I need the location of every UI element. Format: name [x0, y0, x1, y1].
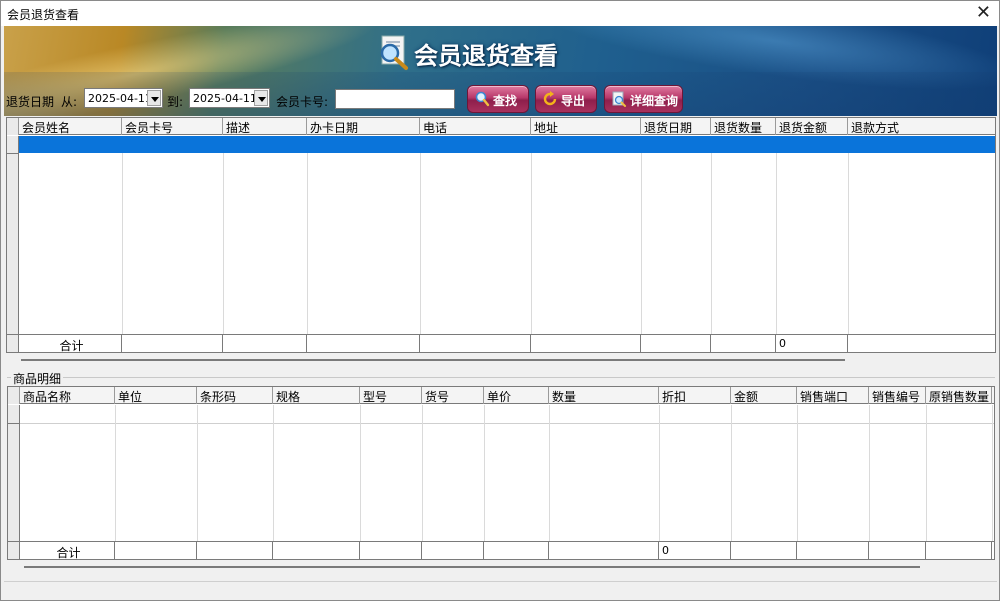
discount-total: 0 — [659, 542, 731, 559]
column-header[interactable]: 销售端口 — [797, 387, 869, 404]
returns-table[interactable]: 会员姓名 会员卡号 描述 办卡日期 电话 地址 退货日期 退货数量 退货金额 退… — [6, 117, 996, 353]
column-header[interactable]: 货号 — [422, 387, 484, 404]
column-header[interactable]: 金额 — [731, 387, 797, 404]
items-table[interactable]: 商品名称 单位 条形码 规格 型号 货号 单价 数量 折扣 金额 销售端口 销售… — [7, 386, 995, 560]
export-button[interactable]: 导出 — [535, 85, 597, 113]
member-return-window: 会员退货查看 ✕ 会员退货查看 退货日期 从: 2025-04-11 到: 20… — [0, 0, 1000, 601]
to-label: 到: — [167, 95, 184, 109]
column-header[interactable]: 规格 — [273, 387, 360, 404]
column-header[interactable]: 办卡日期 — [307, 118, 420, 135]
column-header[interactable]: 地址 — [531, 118, 641, 135]
row-indicator-column — [7, 136, 19, 334]
return-amount-total: 0 — [776, 335, 848, 352]
detail-search-icon — [612, 91, 626, 107]
returns-summary-row: 合计 0 — [7, 334, 995, 352]
column-header[interactable]: 商品名称 — [20, 387, 115, 404]
chevron-down-icon[interactable] — [254, 90, 268, 106]
title-bar: 会员退货查看 ✕ — [1, 1, 999, 26]
column-header[interactable]: 折扣 — [659, 387, 731, 404]
card-number-input[interactable] — [335, 89, 455, 109]
summary-label: 合计 — [20, 542, 115, 559]
to-date-picker[interactable]: 2025-04-11 — [189, 88, 270, 108]
corner-cell — [8, 387, 20, 404]
column-header[interactable]: 单价 — [484, 387, 549, 404]
column-header[interactable]: 退货日期 — [641, 118, 711, 135]
column-header[interactable]: 销售编号 — [869, 387, 926, 404]
scrollbar-thumb[interactable] — [21, 359, 845, 361]
detail-query-button[interactable]: 详细查询 — [604, 85, 683, 113]
column-header[interactable]: 型号 — [360, 387, 422, 404]
banner-heading: 会员退货查看 — [414, 42, 558, 70]
scrollbar-thumb[interactable] — [24, 566, 920, 568]
items-table-header: 商品名称 单位 条形码 规格 型号 货号 单价 数量 折扣 金额 销售端口 销售… — [8, 387, 994, 404]
magnifier-document-icon — [380, 35, 408, 70]
row-indicator-column — [8, 405, 20, 541]
returns-table-header: 会员姓名 会员卡号 描述 办卡日期 电话 地址 退货日期 退货数量 退货金额 退… — [7, 118, 995, 135]
from-date-picker[interactable]: 2025-04-11 — [84, 88, 163, 108]
items-horizontal-scrollbar[interactable] — [8, 561, 994, 573]
items-summary-row: 合计 0 — [8, 541, 994, 559]
column-header[interactable]: 描述 — [223, 118, 307, 135]
column-header[interactable]: 电话 — [420, 118, 531, 135]
search-button[interactable]: 查找 — [467, 85, 529, 113]
search-button-label: 查找 — [493, 94, 518, 108]
item-detail-group-title: 商品明细 — [11, 370, 64, 387]
column-header[interactable]: 会员姓名 — [19, 118, 122, 135]
close-icon[interactable]: ✕ — [976, 2, 991, 24]
card-number-label: 会员卡号: — [276, 95, 329, 109]
window-title: 会员退货查看 — [7, 8, 80, 22]
column-header[interactable]: 数量 — [549, 387, 659, 404]
search-icon — [475, 91, 490, 107]
column-header[interactable]: 退货金额 — [776, 118, 848, 135]
chevron-down-icon[interactable] — [147, 90, 161, 106]
from-date-value: 2025-04-11 — [88, 92, 152, 105]
column-header[interactable]: 会员卡号 — [122, 118, 223, 135]
column-header[interactable]: 原销售数量 — [926, 387, 992, 404]
to-date-value: 2025-04-11 — [193, 92, 257, 105]
selected-row[interactable] — [19, 136, 995, 153]
corner-cell — [7, 118, 19, 135]
summary-label: 合计 — [19, 335, 122, 352]
from-label: 从: — [61, 95, 78, 109]
returns-horizontal-scrollbar[interactable] — [7, 354, 995, 366]
column-header[interactable]: 条形码 — [197, 387, 273, 404]
status-bar — [4, 581, 997, 599]
column-header[interactable]: 退货数量 — [711, 118, 776, 135]
detail-query-button-label: 详细查询 — [630, 94, 679, 108]
return-date-label: 退货日期 — [6, 95, 55, 109]
export-button-label: 导出 — [561, 94, 586, 108]
filter-bar: 退货日期 从: 2025-04-11 到: 2025-04-11 会员卡号: 查… — [1, 85, 1000, 113]
column-header[interactable]: 单位 — [115, 387, 197, 404]
export-icon — [543, 91, 557, 106]
column-header[interactable]: 退款方式 — [848, 118, 995, 135]
